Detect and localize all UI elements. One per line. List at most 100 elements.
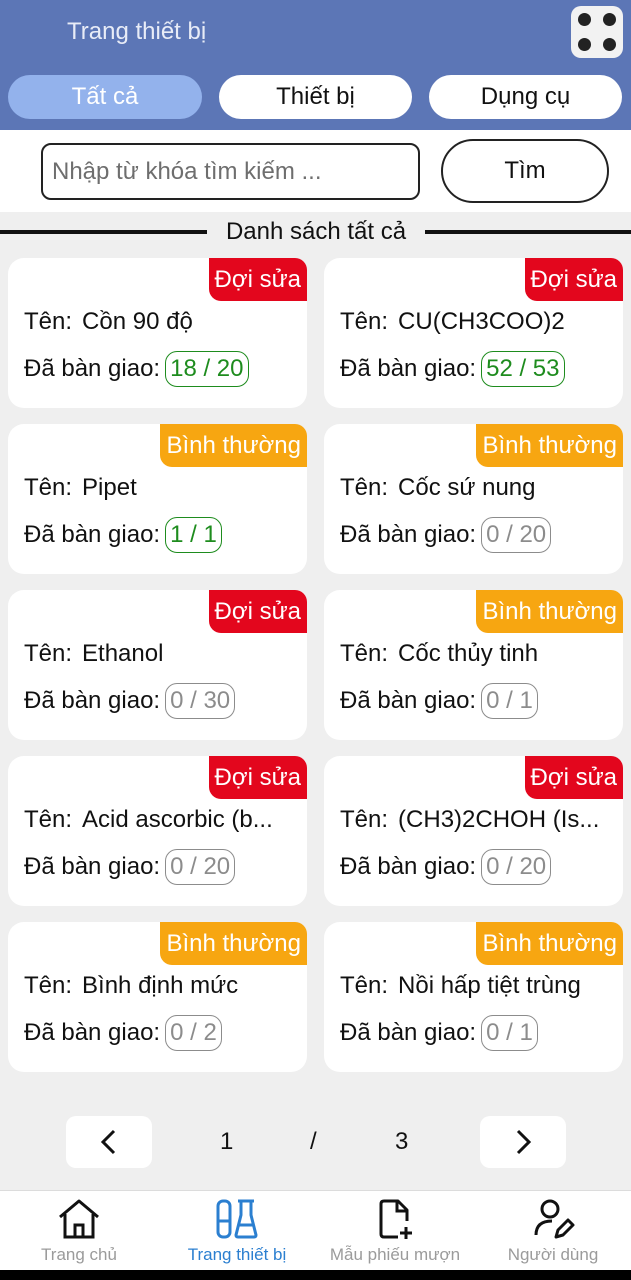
- search-input[interactable]: [41, 143, 420, 200]
- handover-row: Đã bàn giao: 0 / 1: [340, 683, 538, 719]
- name-label: Tên:: [340, 474, 389, 501]
- handover-label: Đã bàn giao:: [24, 687, 161, 714]
- item-name: Cồn 90 độ: [82, 308, 193, 335]
- handover-count: 0 / 20: [481, 517, 552, 553]
- section-divider-left: [0, 230, 207, 234]
- prev-page-button[interactable]: [66, 1116, 152, 1168]
- item-card[interactable]: Đợi sửa Tên: Acid ascorbic (b... Đã bàn gia…: [8, 756, 307, 906]
- handover-row: Đã bàn giao: 1 / 1: [24, 517, 222, 553]
- item-name: Acid ascorbic (b...: [82, 806, 273, 833]
- handover-count: 0 / 20: [481, 849, 552, 885]
- handover-label: Đã bàn giao:: [24, 355, 161, 382]
- status-badge: Bình thường: [476, 424, 623, 467]
- chevron-right-icon: [516, 1129, 532, 1155]
- page-separator: /: [310, 1128, 317, 1155]
- nav-equipment[interactable]: Trang thiết bị: [176, 1191, 298, 1271]
- status-badge: Bình thường: [160, 424, 307, 467]
- handover-count: 1 / 1: [165, 517, 222, 553]
- grid-dots-icon[interactable]: [571, 6, 623, 58]
- lab-flask-icon: [216, 1199, 258, 1239]
- status-badge: Bình thường: [476, 590, 623, 633]
- system-gesture-bar: [0, 1270, 631, 1280]
- handover-label: Đã bàn giao:: [24, 521, 161, 548]
- handover-count: 0 / 20: [165, 849, 236, 885]
- status-badge: Bình thường: [160, 922, 307, 965]
- item-name-row: Tên: Cốc sứ nung: [340, 474, 610, 502]
- nav-borrow-form[interactable]: Mẫu phiếu mượn: [322, 1191, 468, 1271]
- current-page: 1: [220, 1128, 234, 1155]
- section-divider-right: [425, 230, 631, 234]
- section-title: Danh sách tất cả: [207, 216, 425, 248]
- handover-row: Đã bàn giao: 0 / 20: [24, 849, 236, 885]
- status-badge: Bình thường: [476, 922, 623, 965]
- name-label: Tên:: [340, 806, 389, 833]
- handover-count: 0 / 1: [481, 1015, 538, 1051]
- bottom-nav: Trang chủ Trang thiết bị Mẫu phiếu mượn …: [0, 1190, 631, 1270]
- chevron-left-icon: [100, 1129, 116, 1155]
- item-card[interactable]: Đợi sửa Tên: (CH3)2CHOH (Is... Đã bàn giao:…: [324, 756, 623, 906]
- item-name: Cốc thủy tinh: [398, 640, 539, 667]
- item-name: (CH3)2CHOH (Is...: [398, 806, 600, 833]
- item-card[interactable]: Đợi sửa Tên: Cồn 90 độ Đã bàn giao: 18 / 20: [8, 258, 307, 408]
- item-name-row: Tên: CU(CH3COO)2: [340, 308, 610, 336]
- status-badge: Đợi sửa: [524, 756, 623, 799]
- name-label: Tên:: [340, 972, 389, 999]
- handover-row: Đã bàn giao: 0 / 1: [340, 1015, 538, 1051]
- name-label: Tên:: [24, 806, 73, 833]
- item-name-row: Tên: Ethanol: [24, 640, 294, 668]
- name-label: Tên:: [340, 640, 389, 667]
- home-icon: [59, 1199, 99, 1239]
- item-card[interactable]: Đợi sửa Tên: CU(CH3COO)2 Đã bàn giao: 52 / 5…: [324, 258, 623, 408]
- handover-label: Đã bàn giao:: [340, 1019, 477, 1046]
- item-name: Bình định mức: [82, 972, 239, 999]
- item-card[interactable]: Bình thường Tên: Cốc sứ nung Đã bàn giao: 0 …: [324, 424, 623, 574]
- handover-row: Đã bàn giao: 0 / 20: [340, 849, 552, 885]
- nav-label-home: Trang chủ: [41, 1245, 117, 1264]
- name-label: Tên:: [24, 474, 73, 501]
- item-name-row: Tên: Pipet: [24, 474, 294, 502]
- handover-label: Đã bàn giao:: [340, 355, 477, 382]
- tab-devices[interactable]: Thiết bị: [219, 75, 412, 119]
- handover-label: Đã bàn giao:: [24, 1019, 161, 1046]
- total-pages: 3: [395, 1128, 409, 1155]
- file-add-icon: [379, 1199, 412, 1239]
- handover-count: 52 / 53: [481, 351, 565, 387]
- item-card[interactable]: Bình thường Tên: Pipet Đã bàn giao: 1 / 1: [8, 424, 307, 574]
- app-header: Trang thiết bị Tất cả Thiết bị Dụng cụ: [0, 0, 631, 130]
- name-label: Tên:: [24, 972, 73, 999]
- handover-count: 18 / 20: [165, 351, 249, 387]
- nav-user[interactable]: Người dùng: [494, 1191, 612, 1271]
- search-button[interactable]: Tìm: [441, 139, 609, 203]
- item-name-row: Tên: Acid ascorbic (b...: [24, 806, 294, 834]
- handover-count: 0 / 1: [481, 683, 538, 719]
- item-name-row: Tên: Cồn 90 độ: [24, 308, 294, 336]
- item-card[interactable]: Bình thường Tên: Nồi hấp tiệt trùng Đã bàn …: [324, 922, 623, 1072]
- item-card[interactable]: Bình thường Tên: Bình định mức Đã bàn giao:…: [8, 922, 307, 1072]
- name-label: Tên:: [340, 308, 389, 335]
- handover-row: Đã bàn giao: 18 / 20: [24, 351, 249, 387]
- item-name: Ethanol: [82, 640, 164, 667]
- search-bar: Tìm: [0, 130, 631, 212]
- item-name: Pipet: [82, 474, 137, 501]
- item-card[interactable]: Đợi sửa Tên: Ethanol Đã bàn giao: 0 / 30: [8, 590, 307, 740]
- nav-label-equipment: Trang thiết bị: [187, 1245, 287, 1264]
- nav-home[interactable]: Trang chủ: [20, 1191, 138, 1271]
- status-badge: Đợi sửa: [208, 258, 307, 301]
- handover-row: Đã bàn giao: 52 / 53: [340, 351, 565, 387]
- item-name: CU(CH3COO)2: [398, 308, 565, 335]
- next-page-button[interactable]: [480, 1116, 566, 1168]
- nav-label-borrow-form: Mẫu phiếu mượn: [329, 1245, 461, 1264]
- handover-row: Đã bàn giao: 0 / 30: [24, 683, 236, 719]
- item-name-row: Tên: Bình định mức: [24, 972, 294, 1000]
- handover-row: Đã bàn giao: 0 / 2: [24, 1015, 222, 1051]
- tab-tools[interactable]: Dụng cụ: [429, 75, 622, 119]
- item-card[interactable]: Bình thường Tên: Cốc thủy tinh Đã bàn giao:…: [324, 590, 623, 740]
- tab-all[interactable]: Tất cả: [8, 75, 202, 119]
- handover-row: Đã bàn giao: 0 / 20: [340, 517, 552, 553]
- handover-label: Đã bàn giao:: [340, 853, 477, 880]
- item-name-row: Tên: (CH3)2CHOH (Is...: [340, 806, 610, 834]
- item-name-row: Tên: Nồi hấp tiệt trùng: [340, 972, 610, 1000]
- nav-label-user: Người dùng: [507, 1245, 599, 1264]
- name-label: Tên:: [24, 308, 73, 335]
- name-label: Tên:: [24, 640, 73, 667]
